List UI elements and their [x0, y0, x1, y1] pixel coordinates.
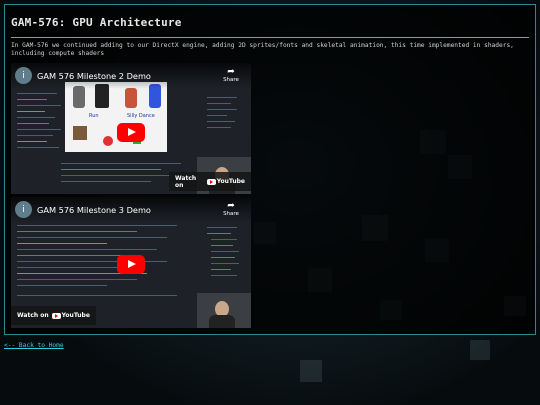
page-description: In GAM-576 we continued adding to our Di… [11, 42, 514, 57]
demo-render-window: Run Silly Dance [65, 82, 167, 152]
watch-on-youtube-button[interactable]: Watch on YouTube [169, 172, 251, 191]
share-button[interactable]: ➦ Share [221, 67, 241, 83]
share-label: Share [223, 211, 239, 217]
play-button[interactable] [117, 123, 145, 142]
share-icon: ➦ [227, 67, 235, 77]
bg-tile [300, 360, 322, 382]
video-embed-milestone-3[interactable]: i GAM 576 Milestone 3 Demo ➦ Share Watch… [11, 197, 251, 328]
channel-avatar-icon[interactable]: i [15, 201, 32, 218]
youtube-logo-icon: YouTube [51, 312, 90, 319]
webcam-overlay [197, 293, 251, 328]
page-title: GAM-576: GPU Architecture [11, 16, 182, 29]
bg-tile [470, 340, 490, 360]
title-divider [11, 37, 529, 38]
video-title[interactable]: GAM 576 Milestone 2 Demo [37, 71, 151, 81]
content-panel: GAM-576: GPU Architecture In GAM-576 we … [4, 4, 536, 335]
play-button[interactable] [117, 255, 145, 274]
share-label: Share [223, 77, 239, 83]
back-to-home-link[interactable]: <-- Back to Home [4, 342, 64, 349]
video-title[interactable]: GAM 576 Milestone 3 Demo [37, 205, 151, 215]
watch-on-youtube-button[interactable]: Watch on YouTube [11, 306, 96, 325]
share-button[interactable]: ➦ Share [221, 201, 241, 217]
youtube-logo-icon: YouTube [206, 178, 245, 185]
channel-avatar-icon[interactable]: i [15, 67, 32, 84]
share-icon: ➦ [227, 201, 235, 211]
video-embed-milestone-2[interactable]: Run Silly Dance i GAM 576 Milestone 2 De… [11, 63, 251, 194]
